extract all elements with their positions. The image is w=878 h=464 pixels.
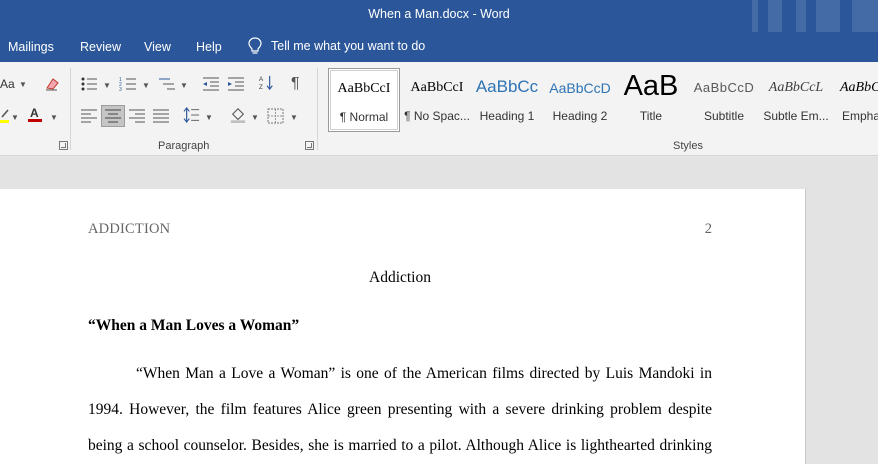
chevron-down-icon[interactable]: ▼ (290, 113, 298, 122)
page-number: 2 (704, 221, 712, 237)
document-title: Addiction (369, 269, 431, 286)
style-sample: AaBbCcI (337, 81, 391, 96)
style-subtle-emphasis[interactable]: AaBbCcL Subtle Em... (762, 68, 830, 132)
lightbulb-icon (248, 37, 262, 54)
align-left-icon[interactable] (80, 108, 98, 124)
font-dialog-launcher[interactable] (59, 141, 68, 150)
style-name: Title (639, 109, 663, 123)
show-formatting-marks-icon[interactable]: ¶ (291, 75, 300, 93)
window-title: When a Man.docx - Word (368, 7, 510, 21)
style-name: Subtle Em... (763, 109, 829, 123)
shading-icon[interactable] (229, 107, 247, 123)
style-sample: AaBbCcI (410, 80, 464, 95)
svg-text:3: 3 (119, 87, 122, 92)
chevron-down-icon[interactable]: ▼ (251, 113, 259, 122)
group-separator (70, 68, 71, 150)
style-sample: AaBbC (840, 80, 878, 95)
paragraph-line: 1994. However, the film features Alice g… (88, 401, 712, 418)
chevron-down-icon[interactable]: ▼ (103, 81, 111, 90)
style-sample: AaBbCcD (693, 80, 755, 95)
style-sample: AaB (623, 70, 679, 102)
style-name: Heading 2 (552, 109, 608, 123)
decrease-indent-icon[interactable] (202, 76, 220, 92)
title-bar: When a Man.docx - Word (0, 0, 878, 32)
tell-me-text: Tell me what you want to do (271, 39, 426, 53)
align-center-icon (105, 109, 121, 123)
tab-review[interactable]: Review (80, 40, 121, 54)
style-normal[interactable]: AaBbCcI ¶ Normal (328, 68, 400, 132)
svg-text:A: A (30, 106, 39, 120)
borders-icon[interactable] (267, 108, 285, 124)
chevron-down-icon[interactable]: ▼ (50, 113, 58, 122)
style-no-spacing[interactable]: AaBbCcI ¶ No Spac... (402, 68, 472, 132)
style-name: Heading 1 (479, 109, 535, 123)
style-sample: AaBbCcL (768, 80, 824, 95)
style-heading-2[interactable]: AaBbCcD Heading 2 (546, 68, 614, 132)
document-page[interactable]: ADDICTION 2 Addiction “When a Man Loves … (0, 189, 806, 464)
style-emphasis[interactable]: AaBbC Empha (834, 68, 878, 132)
font-color-icon[interactable]: A (27, 106, 45, 122)
paragraph-dialog-launcher[interactable] (305, 141, 314, 150)
style-name: Empha (842, 109, 878, 123)
style-name: ¶ No Spac... (404, 109, 470, 123)
increase-indent-icon[interactable] (227, 76, 245, 92)
style-name: ¶ Normal (339, 110, 389, 124)
svg-text:Z: Z (259, 84, 263, 91)
svg-text:A: A (259, 76, 264, 83)
chevron-down-icon[interactable]: ▼ (11, 113, 19, 122)
align-center-button[interactable] (101, 105, 125, 127)
tab-view[interactable]: View (144, 40, 171, 54)
group-separator (317, 68, 318, 150)
style-heading-1[interactable]: AaBbCc Heading 1 (474, 68, 540, 132)
styles-group-label: Styles (673, 140, 703, 152)
style-name: Subtitle (703, 109, 745, 123)
multilevel-list-icon[interactable] (158, 76, 176, 92)
paragraph-line: being a school counselor. Besides, she i… (88, 437, 712, 454)
paragraph-line: “When Man a Love a Woman” is one of the … (136, 365, 712, 382)
style-subtitle[interactable]: AaBbCcD Subtitle (690, 68, 758, 132)
clear-formatting-icon[interactable] (43, 76, 61, 92)
ribbon-tabs: Mailings Review View Help Tell me what y… (0, 32, 878, 62)
ribbon-home: Aa ▼ ▼ A ▼ ▼ 1 2 3 ▼ ▼ A Z ¶ ▼ ▼ ▼ Parag… (0, 62, 878, 156)
tab-help[interactable]: Help (196, 40, 222, 54)
chevron-down-icon[interactable]: ▼ (180, 81, 188, 90)
style-sample: AaBbCcD (549, 80, 611, 96)
style-title[interactable]: AaB Title (618, 68, 684, 132)
justify-icon[interactable] (152, 108, 170, 124)
line-spacing-icon[interactable] (183, 107, 201, 123)
style-sample: AaBbCc (475, 77, 539, 96)
sort-icon[interactable]: AZ (258, 75, 276, 91)
change-case-button[interactable]: Aa (0, 77, 15, 91)
numbering-icon[interactable]: 1 2 3 (119, 76, 137, 92)
paragraph-group-label: Paragraph (158, 140, 210, 152)
align-right-icon[interactable] (128, 108, 146, 124)
tell-me-box[interactable]: Tell me what you want to do (248, 37, 425, 55)
running-header: ADDICTION (88, 221, 171, 237)
document-heading: “When a Man Loves a Woman” (88, 317, 300, 334)
tab-mailings[interactable]: Mailings (8, 40, 54, 54)
styles-gallery: AaBbCcI ¶ Normal AaBbCcI ¶ No Spac... Aa… (326, 68, 878, 132)
bullets-icon[interactable] (80, 76, 98, 92)
chevron-down-icon[interactable]: ▼ (142, 81, 150, 90)
chevron-down-icon[interactable]: ▼ (19, 80, 27, 89)
chevron-down-icon[interactable]: ▼ (205, 113, 213, 122)
